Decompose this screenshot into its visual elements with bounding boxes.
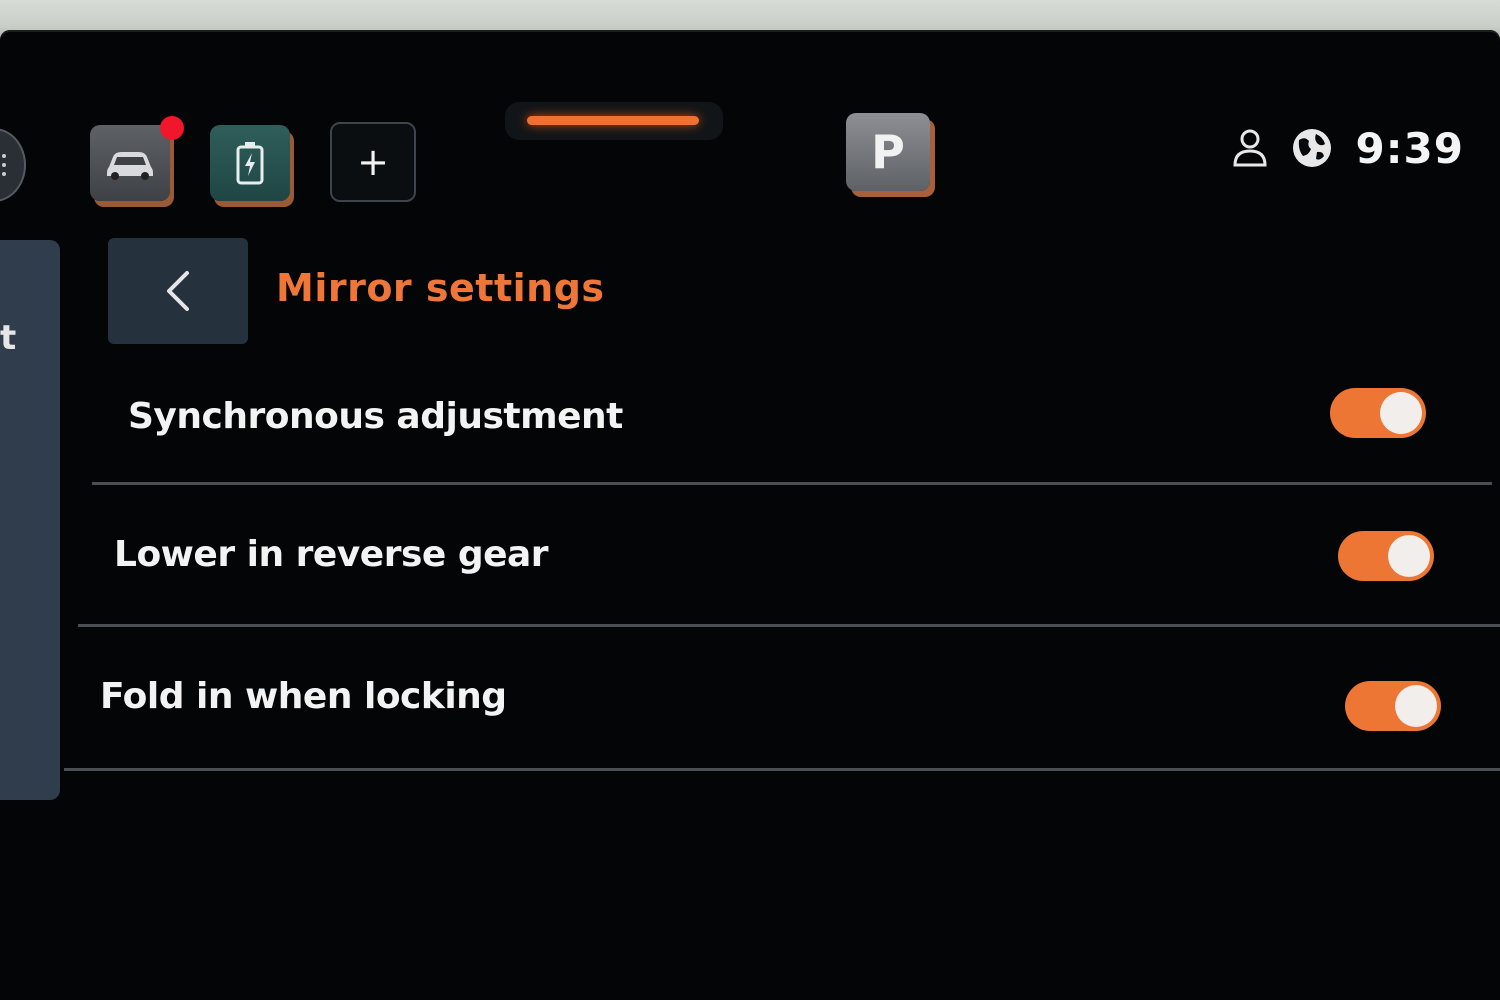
globe-icon[interactable] <box>1290 126 1334 170</box>
plus-icon: + <box>357 140 389 184</box>
toggle-knob <box>1395 685 1437 727</box>
back-button[interactable] <box>108 238 248 344</box>
charging-button[interactable] <box>210 125 290 201</box>
park-gear-indicator: P <box>846 113 930 191</box>
toggle-knob <box>1380 392 1422 434</box>
status-bar: 9:39 <box>1232 118 1464 178</box>
profile-icon[interactable] <box>1232 128 1268 168</box>
setting-label-lower-in-reverse-gear: Lower in reverse gear <box>114 534 549 575</box>
page-title: Mirror settings <box>276 266 605 310</box>
battery-icon <box>236 142 264 185</box>
divider <box>78 624 1500 627</box>
notification-dot <box>160 116 184 140</box>
menu-icon <box>2 154 14 176</box>
drawer-handle-bar <box>527 116 699 125</box>
back-chevron-icon <box>167 271 189 311</box>
clock: 9:39 <box>1355 123 1464 173</box>
sidebar-item-label: t <box>0 318 17 358</box>
divider <box>64 768 1500 771</box>
toggle-lower-in-reverse-gear[interactable] <box>1338 531 1434 581</box>
toggle-knob <box>1388 535 1430 577</box>
add-shortcut-button[interactable]: + <box>330 122 416 202</box>
vehicle-button[interactable] <box>90 125 170 201</box>
setting-label-synchronous-adjustment: Synchronous adjustment <box>128 396 623 437</box>
toggle-synchronous-adjustment[interactable] <box>1330 388 1426 438</box>
toggle-fold-in-when-locking[interactable] <box>1345 681 1441 731</box>
divider <box>92 482 1492 485</box>
setting-label-fold-in-when-locking: Fold in when locking <box>100 676 507 717</box>
car-icon <box>107 152 153 180</box>
